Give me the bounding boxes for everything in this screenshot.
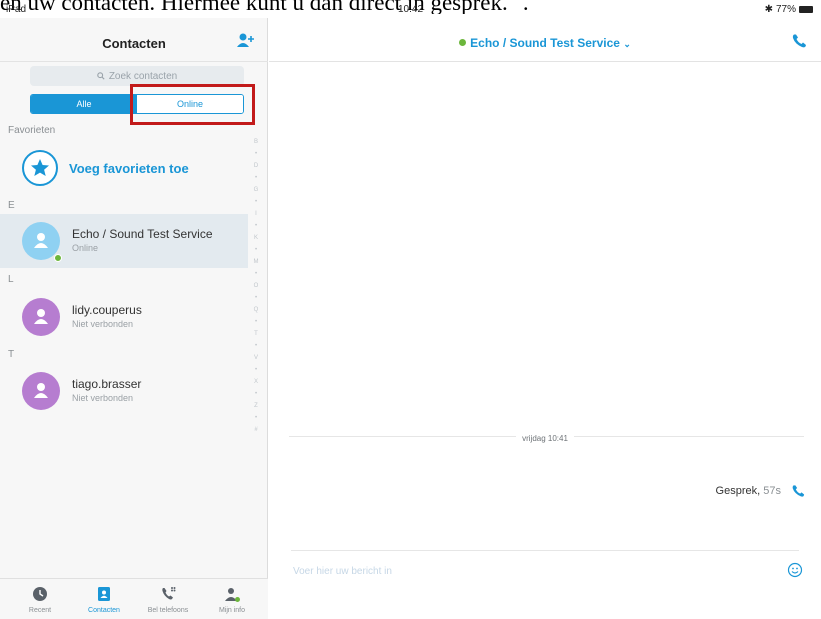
date-separator-text: vrijdag 10:41 xyxy=(516,434,574,443)
contacts-icon xyxy=(98,587,110,601)
date-separator-label: vrijdag 10:41 xyxy=(269,434,821,443)
message-input[interactable]: Voer hier uw bericht in xyxy=(293,566,392,577)
battery-indicator: ✱ 77% xyxy=(765,4,813,15)
alphabet-index-letter[interactable]: • xyxy=(250,196,262,208)
alphabet-index[interactable]: B • D • G • I • K • M • O • Q • T • V • X • Z • # xyxy=(250,136,262,436)
call-label: Gesprek, xyxy=(715,485,761,497)
alphabet-index-letter[interactable]: • xyxy=(250,220,262,232)
phone-icon xyxy=(792,485,805,497)
alphabet-index-letter[interactable]: Z xyxy=(250,400,262,412)
alphabet-index-letter[interactable]: • xyxy=(250,148,262,160)
tab-label: Contacten xyxy=(88,607,120,614)
alphabet-index-letter[interactable]: B xyxy=(250,136,262,148)
battery-percent: 77% xyxy=(775,4,796,15)
alphabet-index-letter[interactable]: • xyxy=(250,292,262,304)
alphabet-index-letter[interactable]: O xyxy=(250,280,262,292)
conversation-pane: Echo / Sound Test Service ⌄ vrijdag 10:4… xyxy=(269,18,821,619)
clock-icon xyxy=(33,587,47,601)
search-input[interactable]: Zoek contacten xyxy=(30,66,244,86)
tab-recent[interactable]: Recent xyxy=(10,585,70,614)
clock: 10:42 xyxy=(397,4,424,15)
add-favorites-row[interactable]: Voeg favorieten toe xyxy=(0,144,248,192)
alphabet-index-letter[interactable]: G xyxy=(250,184,262,196)
tab-bel-telefoons[interactable]: Bel telefoons xyxy=(138,585,198,614)
alphabet-index-letter[interactable]: • xyxy=(250,244,262,256)
add-favorites-label: Voeg favorieten toe xyxy=(69,161,189,176)
emoji-button[interactable] xyxy=(787,562,803,578)
alphabet-index-letter[interactable]: • xyxy=(250,316,262,328)
contacts-sidebar: Contacten Zoek contacten Alle Online Fav… xyxy=(0,18,268,619)
conversation-title-text: Echo / Sound Test Service xyxy=(470,36,620,50)
person-icon xyxy=(34,383,48,398)
conversation-title[interactable]: Echo / Sound Test Service ⌄ xyxy=(269,36,821,50)
search-icon xyxy=(97,72,105,80)
tab-mijn-info[interactable]: Mijn info xyxy=(202,585,262,614)
tab-label: Recent xyxy=(28,607,52,614)
call-duration: 57s xyxy=(763,485,781,497)
sidebar-header: Contacten xyxy=(0,18,268,62)
section-label-e: E xyxy=(8,200,15,211)
star-icon xyxy=(31,159,49,176)
section-label-favorites: Favorieten xyxy=(8,125,56,136)
contact-status: Online xyxy=(72,243,99,253)
highlight-annotation xyxy=(130,84,255,125)
contact-row-tiago[interactable]: tiago.brasser Niet verbonden xyxy=(0,364,248,418)
add-contact-icon[interactable] xyxy=(236,32,256,50)
search-placeholder: Zoek contacten xyxy=(108,70,178,82)
status-bar: iPad 10:42 ✱ 77% xyxy=(0,4,821,18)
call-button[interactable] xyxy=(791,33,807,49)
alphabet-index-letter[interactable]: # xyxy=(250,424,262,436)
alphabet-index-letter[interactable]: D xyxy=(250,160,262,172)
alphabet-index-letter[interactable]: • xyxy=(250,340,262,352)
contact-name: Echo / Sound Test Service xyxy=(72,227,213,241)
tab-bar: Recent Contacten Bel telefoons Mijn info xyxy=(0,578,268,619)
composer-divider xyxy=(291,550,799,551)
tab-label: Mijn info xyxy=(218,607,246,614)
alphabet-index-letter[interactable]: Q xyxy=(250,304,262,316)
chevron-down-icon: ⌄ xyxy=(623,39,631,49)
conversation-header: Echo / Sound Test Service ⌄ xyxy=(269,18,821,62)
alphabet-index-letter[interactable]: X xyxy=(250,376,262,388)
contact-name: tiago.brasser xyxy=(72,377,142,391)
section-label-l: L xyxy=(8,274,14,285)
alphabet-index-letter[interactable]: • xyxy=(250,364,262,376)
contact-name: lidy.couperus xyxy=(72,303,142,317)
contact-row-echo[interactable]: Echo / Sound Test Service Online xyxy=(0,214,248,268)
avatar xyxy=(22,372,60,410)
alphabet-index-letter[interactable]: I xyxy=(250,208,262,220)
battery-icon xyxy=(799,6,813,13)
alphabet-index-letter[interactable]: T xyxy=(250,328,262,340)
contact-status: Niet verbonden xyxy=(72,393,134,403)
alphabet-index-letter[interactable]: K xyxy=(250,232,262,244)
presence-dot-icon xyxy=(459,39,467,46)
call-log-entry[interactable]: Gesprek, 57s xyxy=(716,484,805,498)
favorites-circle xyxy=(22,150,58,186)
bluetooth-icon: ✱ xyxy=(764,4,773,15)
profile-icon xyxy=(225,588,240,602)
alphabet-index-letter[interactable]: M xyxy=(250,256,262,268)
alphabet-index-letter[interactable]: V xyxy=(250,352,262,364)
presence-online-indicator xyxy=(54,254,62,262)
person-icon xyxy=(34,309,48,324)
tab-contacten[interactable]: Contacten xyxy=(74,585,134,614)
alphabet-index-letter[interactable]: • xyxy=(250,412,262,424)
avatar xyxy=(22,298,60,336)
sidebar-title: Contacten xyxy=(102,36,166,51)
alphabet-index-letter[interactable]: • xyxy=(250,388,262,400)
segment-all[interactable]: Alle xyxy=(31,95,137,113)
section-label-t: T xyxy=(8,349,15,360)
tab-label: Bel telefoons xyxy=(147,607,189,614)
contact-row-lidy[interactable]: lidy.couperus Niet verbonden xyxy=(0,290,248,344)
alphabet-index-letter[interactable]: • xyxy=(250,268,262,280)
alphabet-index-letter[interactable]: • xyxy=(250,172,262,184)
contact-status: Niet verbonden xyxy=(72,319,134,329)
dialpad-phone-icon xyxy=(162,587,176,600)
